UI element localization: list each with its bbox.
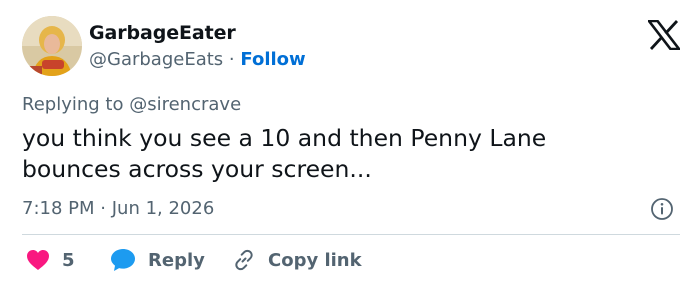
copy-link-label: Copy link — [268, 249, 362, 271]
author-handle-line: @GarbageEats · Follow — [89, 49, 306, 70]
speech-bubble-icon — [111, 249, 135, 271]
divider — [22, 234, 680, 235]
replying-to-mention[interactable]: @sirencrave — [129, 94, 241, 115]
follow-button[interactable]: Follow — [240, 49, 305, 70]
copy-link-button[interactable]: Copy link — [232, 248, 362, 272]
tweet-text-line-2: bounces across your screen... — [22, 155, 372, 183]
avatar[interactable] — [22, 16, 82, 76]
tweet-card: GarbageEater @GarbageEats · Follow Reply… — [0, 0, 700, 287]
x-logo-icon[interactable] — [648, 20, 680, 50]
tweet-text: you think you see a 10 and then Penny La… — [22, 123, 662, 185]
timestamp-separator: · — [100, 198, 106, 219]
info-icon[interactable] — [650, 197, 674, 221]
author-display-name[interactable]: GarbageEater — [89, 22, 236, 44]
tweet-text-line-1: you think you see a 10 and then Penny La… — [22, 124, 547, 152]
replying-to-prefix: Replying to — [22, 94, 124, 115]
handle-separator: · — [228, 49, 235, 70]
reply-label: Reply — [148, 249, 205, 271]
replying-to-line: Replying to @sirencrave — [22, 94, 241, 115]
tweet-timestamp[interactable]: 7:18 PM · Jun 1, 2026 — [22, 198, 214, 219]
tweet-time: 7:18 PM — [22, 198, 95, 219]
like-count: 5 — [62, 249, 75, 271]
like-button[interactable]: 5 — [26, 248, 75, 272]
heart-icon — [27, 250, 49, 270]
author-handle[interactable]: @GarbageEats — [89, 49, 223, 70]
reply-button[interactable]: Reply — [110, 248, 205, 272]
link-icon — [235, 249, 253, 271]
tweet-date: Jun 1, 2026 — [111, 198, 215, 219]
